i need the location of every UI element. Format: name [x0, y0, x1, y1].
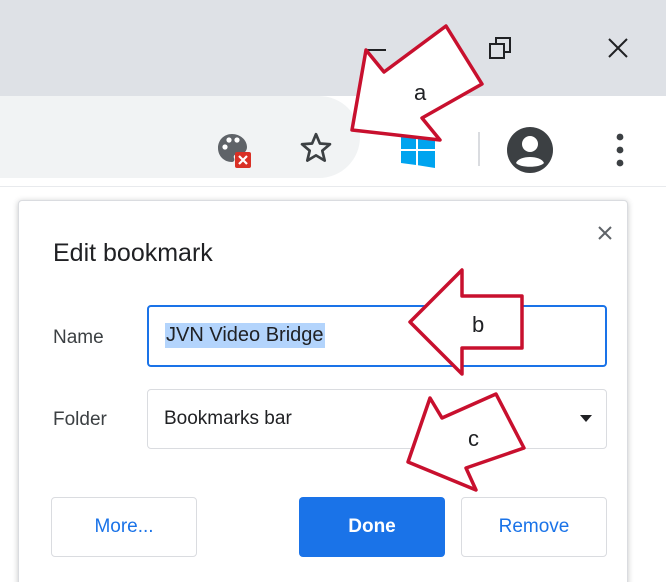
restore-button[interactable] — [472, 24, 528, 72]
bookmark-star-button[interactable] — [292, 124, 340, 172]
star-icon — [300, 132, 332, 162]
remove-button[interactable]: Remove — [461, 497, 607, 557]
windows-extension-icon — [401, 132, 435, 168]
extension-button[interactable] — [394, 126, 442, 174]
blocked-content-icon — [218, 134, 251, 168]
folder-select[interactable]: Bookmarks bar — [147, 389, 607, 449]
name-input-value: JVN Video Bridge — [165, 323, 325, 348]
more-menu-button[interactable] — [596, 122, 644, 178]
dialog-close-button[interactable] — [589, 217, 621, 249]
toolbar-divider — [0, 186, 666, 187]
folder-label: Folder — [53, 409, 107, 430]
title-bar — [0, 0, 666, 96]
minimize-button[interactable] — [348, 24, 404, 72]
close-icon — [598, 226, 612, 240]
dialog-title: Edit bookmark — [53, 239, 213, 267]
more-menu-icon — [616, 133, 624, 167]
dropdown-arrow-icon — [580, 415, 592, 422]
edit-bookmark-dialog: Edit bookmark Name JVN Video Bridge Fold… — [18, 200, 628, 582]
more-button[interactable]: More... — [51, 497, 197, 557]
annotation-label-c: c — [468, 426, 479, 451]
name-input[interactable]: JVN Video Bridge — [147, 305, 607, 367]
folder-select-value: Bookmarks bar — [164, 408, 292, 429]
annotation-label-a: a — [414, 80, 427, 105]
name-label: Name — [53, 327, 104, 348]
restore-icon — [489, 37, 511, 59]
window-close-button[interactable] — [590, 24, 646, 72]
annotation-label-b: b — [472, 312, 485, 337]
blocked-content-button[interactable] — [210, 126, 258, 174]
toolbar-separator — [478, 132, 480, 166]
minimize-icon — [366, 49, 386, 51]
done-button[interactable]: Done — [299, 497, 445, 557]
browser-toolbar — [0, 96, 666, 186]
close-icon — [608, 38, 628, 58]
profile-icon — [507, 127, 553, 173]
profile-button[interactable] — [502, 122, 558, 178]
